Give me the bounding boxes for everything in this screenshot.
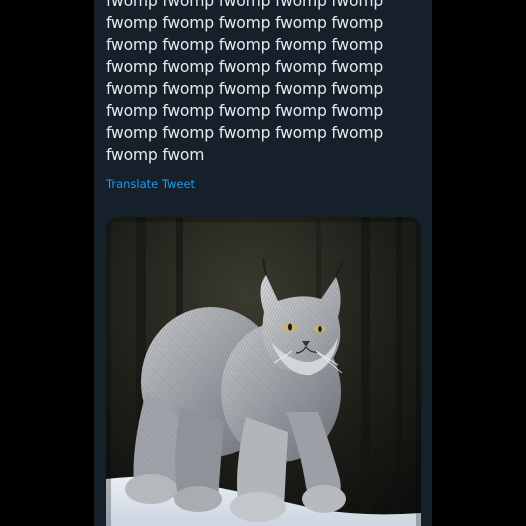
screen: fwomp fwomp fwomp fwomp fwomp fwomp fwom… [0,0,526,526]
translate-tweet-link[interactable]: Translate Tweet [106,176,195,192]
lynx-photo [106,217,421,526]
tweet-card: fwomp fwomp fwomp fwomp fwomp fwomp fwom… [94,0,432,526]
tweet-text: fwomp fwomp fwomp fwomp fwomp fwomp fwom… [106,0,384,164]
tweet-media-photo[interactable] [106,217,421,526]
